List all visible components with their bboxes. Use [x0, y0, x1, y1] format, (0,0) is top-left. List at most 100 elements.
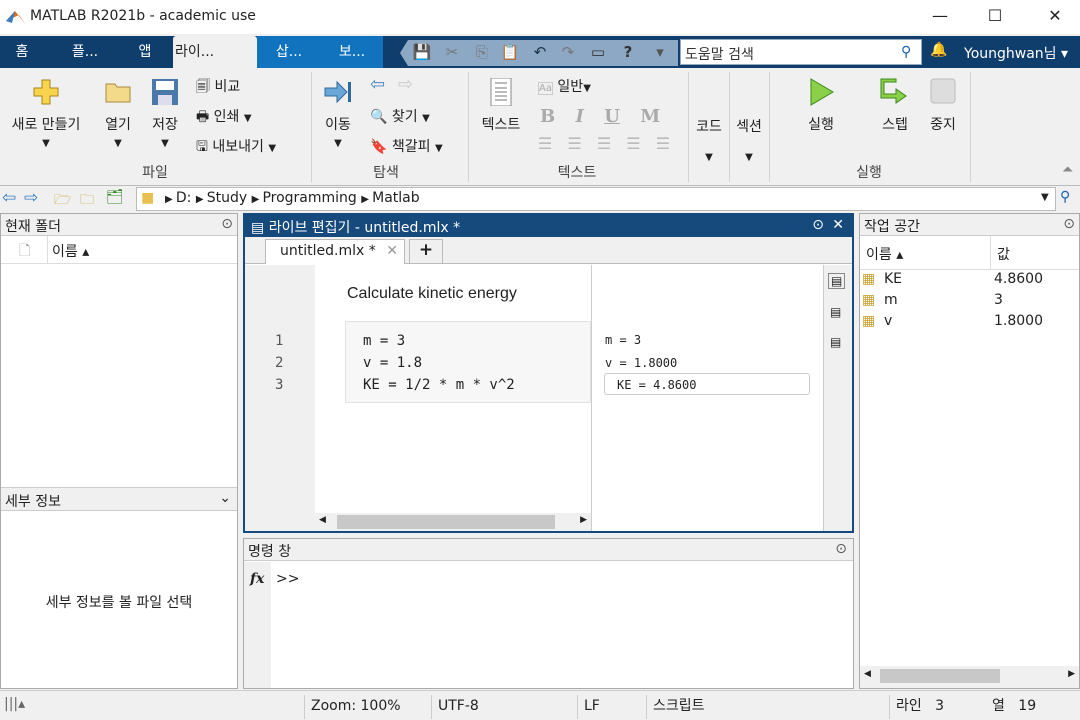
- stop-button[interactable]: 중지: [922, 78, 964, 134]
- export-button[interactable]: 🖫 내보내기 ▼: [196, 136, 276, 160]
- save-icon[interactable]: 💾: [412, 43, 432, 63]
- save-button[interactable]: 저장 ▼: [145, 78, 185, 149]
- tab-untitled[interactable]: untitled.mlx * ✕: [265, 239, 405, 264]
- stop-label: 중지: [930, 117, 956, 133]
- panel-menu-icon[interactable]: ⊙: [1063, 216, 1075, 232]
- output-inline-icon[interactable]: ▤: [830, 305, 841, 319]
- text-button[interactable]: 텍스트: [476, 78, 526, 134]
- path-input[interactable]: ■ ▶ D: ▶ Study ▶ Programming ▶ Matlab ▼: [136, 187, 1056, 211]
- name-column-header[interactable]: 이름 ▴: [866, 244, 903, 264]
- list-align-icons[interactable]: ☰ ☰ ☰ ☰ ☰: [538, 134, 670, 153]
- code-line[interactable]: 3 KE = 1/2 * m * v^2: [245, 374, 591, 396]
- open-label: 열기: [105, 117, 131, 133]
- help-search-input[interactable]: 도움말 검색 ⚲: [680, 39, 922, 65]
- bold-button[interactable]: B: [540, 106, 555, 127]
- horizontal-scrollbar[interactable]: ◀ ▶: [860, 666, 1079, 688]
- maximize-button[interactable]: ☐: [980, 6, 1010, 25]
- tab-live-editor[interactable]: 라이...: [173, 36, 257, 68]
- panel-menu-icon[interactable]: ⊙: [835, 541, 847, 557]
- chevron-down-icon[interactable]: ⌄: [219, 490, 231, 506]
- code-line[interactable]: 2 v = 1.8: [245, 352, 591, 374]
- group-nav-label: 탐색: [373, 165, 399, 181]
- path-segment[interactable]: D:: [176, 190, 192, 206]
- tab-apps[interactable]: 앱: [125, 36, 165, 68]
- bell-icon[interactable]: 🔔: [930, 42, 947, 58]
- close-tab-icon[interactable]: ✕: [386, 243, 398, 259]
- step-button[interactable]: 스텝: [872, 78, 918, 134]
- line-label: 라인: [896, 698, 922, 714]
- back-arrow-icon[interactable]: ⇦: [370, 74, 385, 95]
- open-button[interactable]: 열기 ▼: [98, 78, 138, 149]
- workspace-row[interactable]: ▦ m 3: [860, 291, 1079, 312]
- panel-menu-icon[interactable]: ⊙: [221, 216, 233, 232]
- horizontal-scrollbar[interactable]: ◀ ▶: [315, 513, 591, 531]
- run-button[interactable]: 실행: [795, 78, 847, 134]
- browse-folder-icon[interactable]: 🗀: [80, 189, 94, 213]
- find-button[interactable]: 🔍 찾기 ▼: [370, 106, 430, 126]
- folder-green-icon[interactable]: 🗂: [106, 189, 124, 205]
- command-prompt[interactable]: >>: [276, 571, 299, 587]
- search-icon[interactable]: ⚲: [901, 44, 911, 60]
- section-button[interactable]: 섹션 ▼: [730, 116, 768, 163]
- path-segment[interactable]: Programming: [262, 190, 356, 206]
- forward-icon[interactable]: ⇨: [24, 188, 38, 208]
- close-button[interactable]: ✕: [1040, 6, 1070, 25]
- export-icon: 🖫: [196, 139, 208, 155]
- column-header[interactable]: 🗋 이름 ▴: [1, 236, 237, 264]
- monospace-button[interactable]: M: [640, 106, 660, 127]
- search-folder-icon[interactable]: ⚲: [1060, 189, 1070, 205]
- code-button[interactable]: 코드 ▼: [690, 116, 728, 163]
- copy-icon[interactable]: ⎘: [472, 43, 492, 63]
- path-segment[interactable]: Study: [207, 190, 247, 206]
- matlab-logo-icon: [6, 11, 26, 25]
- forward-arrow-icon[interactable]: ⇨: [398, 74, 413, 95]
- text-heading[interactable]: Calculate kinetic energy: [347, 285, 517, 303]
- code-text[interactable]: m = 3: [363, 330, 405, 352]
- customize-icon[interactable]: ▾: [650, 43, 670, 63]
- print-button[interactable]: 🖶 인쇄 ▼: [196, 106, 252, 130]
- title-bar: MATLAB R2021b - academic use — ☐ ✕: [0, 0, 1080, 34]
- name-column-header[interactable]: 이름 ▴: [47, 236, 93, 264]
- collapse-ribbon-icon[interactable]: ⏶: [1062, 162, 1073, 178]
- goto-button[interactable]: 이동 ▼: [318, 78, 358, 149]
- function-browser-icon[interactable]: fx: [250, 571, 264, 587]
- tab-plots[interactable]: 플...: [60, 36, 110, 68]
- underline-button[interactable]: U: [604, 106, 620, 127]
- workspace-row[interactable]: ▦ v 1.8000: [860, 312, 1079, 333]
- path-dropdown-icon[interactable]: ▼: [1041, 192, 1049, 203]
- new-tab-button[interactable]: +: [409, 239, 443, 264]
- undo-icon[interactable]: ↶: [530, 43, 550, 63]
- tab-insert[interactable]: 삽...: [257, 36, 321, 68]
- user-menu[interactable]: Younghwan님 ▾: [964, 43, 1068, 63]
- new-button[interactable]: 새로 만들기 ▼: [4, 78, 88, 149]
- redo-icon[interactable]: ↷: [558, 43, 578, 63]
- tab-home[interactable]: 홈: [0, 36, 44, 68]
- code-text[interactable]: KE = 1/2 * m * v^2: [363, 374, 515, 396]
- code-line[interactable]: 1 m = 3: [245, 330, 591, 352]
- scrollbar-thumb[interactable]: [337, 515, 555, 529]
- value-column-header[interactable]: 값: [990, 236, 1016, 270]
- scrollbar-thumb[interactable]: [880, 669, 1000, 683]
- output-right-icon[interactable]: ▤: [828, 273, 846, 289]
- path-segment[interactable]: Matlab: [372, 190, 420, 206]
- code-text[interactable]: v = 1.8: [363, 352, 422, 374]
- panel-menu-icon[interactable]: ⊙: [812, 217, 824, 233]
- status-grip-icon[interactable]: |||▴: [4, 696, 25, 712]
- up-folder-icon[interactable]: 🗁: [54, 189, 71, 213]
- cut-icon[interactable]: ✂: [442, 43, 462, 63]
- switch-windows-icon[interactable]: ▭: [588, 43, 608, 63]
- panel-title: 명령 창: [248, 544, 292, 560]
- bookmark-button[interactable]: 🔖 책갈피 ▼: [370, 136, 443, 156]
- compare-button[interactable]: 🗐 비교: [196, 76, 240, 100]
- hide-code-icon[interactable]: ▤: [830, 335, 841, 349]
- back-icon[interactable]: ⇦: [2, 188, 16, 208]
- help-icon[interactable]: ?: [618, 43, 638, 63]
- workspace-row[interactable]: ▦ KE 4.8600: [860, 270, 1079, 291]
- italic-button[interactable]: I: [576, 106, 584, 127]
- tab-view[interactable]: 보...: [321, 36, 383, 68]
- close-panel-icon[interactable]: ✕: [832, 217, 844, 233]
- details-header[interactable]: 세부 정보 ⌄: [1, 487, 237, 511]
- paste-icon[interactable]: 📋: [500, 43, 520, 63]
- minimize-button[interactable]: —: [925, 6, 955, 25]
- style-dropdown[interactable]: Aa 일반▼: [538, 76, 591, 96]
